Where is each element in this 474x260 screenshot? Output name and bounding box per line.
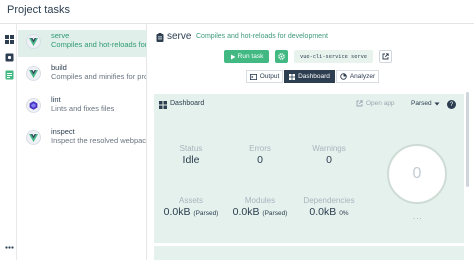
dashboard-bottom-panel <box>154 246 464 260</box>
page-title: Project tasks <box>7 4 70 16</box>
stat-label: Warnings <box>312 144 346 153</box>
vue-icon <box>26 130 41 145</box>
stat-warnings: Warnings 0 <box>294 144 364 166</box>
tab-label: Analyzer <box>349 73 376 80</box>
task-item-serve[interactable]: serve Compiles and hot-reloads for devel… <box>18 30 147 57</box>
tab-label: Dashboard <box>298 73 330 80</box>
dashboard-header: Dashboard Open app Parsed ? <box>154 94 464 116</box>
build-stats: Status Idle Errors 0 Warnings 0 Assets 0… <box>154 126 367 243</box>
task-item-lint[interactable]: lint Lints and fixes files <box>18 94 147 121</box>
task-item-build[interactable]: build Compiles and minifies for producti… <box>18 62 147 89</box>
stat-errors: Errors 0 <box>225 144 295 166</box>
dashboard-panel: Dashboard Open app Parsed ? Status Idle … <box>154 94 464 243</box>
open-app-label: Open app <box>366 100 395 107</box>
stat-value: 0.0kB (Parsed) <box>225 206 295 218</box>
open-app-button[interactable]: Open app <box>356 100 395 107</box>
dashboard-icon <box>159 101 167 109</box>
stat-value: 0 <box>257 154 263 166</box>
stat-label: Modules <box>244 196 276 205</box>
task-subtitle: Compiles and hot-reloads for development <box>196 33 328 40</box>
task-item-inspect[interactable]: inspect Inspect the resolved webpack con… <box>18 126 147 153</box>
icon-sidebar <box>0 24 17 260</box>
stat-note: 0% <box>339 210 349 217</box>
analyzer-icon <box>340 73 347 80</box>
task-title: serve <box>167 31 192 42</box>
stat-label: Status <box>179 144 203 153</box>
eslint-icon <box>26 98 41 113</box>
dashboard-icon <box>289 73 296 80</box>
chevron-down-icon <box>434 102 440 105</box>
size-mode-select[interactable]: Parsed <box>411 100 440 107</box>
help-icon[interactable]: ? <box>447 100 456 109</box>
tab-analyzer[interactable]: Analyzer <box>336 70 379 83</box>
stat-amount: 0.0kB <box>232 206 260 218</box>
progress-more: ... <box>413 212 423 221</box>
stat-label: Dependencies <box>303 196 355 205</box>
stat-amount: 0.0kB <box>309 206 337 218</box>
task-name: lint <box>51 95 61 104</box>
stat-value: 0.0kB 0% <box>294 206 364 218</box>
size-mode-value: Parsed <box>411 100 432 107</box>
stat-amount: 0.0kB <box>163 206 191 218</box>
clipboard-icon <box>156 33 164 42</box>
stat-label: Errors <box>249 144 271 153</box>
vue-icon <box>26 66 41 81</box>
tab-output[interactable]: Output <box>246 70 283 83</box>
stat-note: (Parsed) <box>262 210 288 217</box>
tab-label: Output <box>259 73 280 80</box>
external-link-icon <box>382 53 389 60</box>
play-icon <box>230 54 236 59</box>
progress-gauge: 0 <box>387 144 447 204</box>
task-list: serve Compiles and hot-reloads for devel… <box>18 24 147 260</box>
tab-dashboard[interactable]: Dashboard <box>284 70 335 83</box>
plugin-icon[interactable] <box>4 52 14 62</box>
app-header: Project tasks <box>0 0 474 22</box>
tasks-icon[interactable] <box>4 70 14 80</box>
stat-note: (Parsed) <box>193 210 219 217</box>
task-description: Inspect the resolved webpack config <box>51 136 146 145</box>
stat-label: Assets <box>178 196 203 205</box>
task-name: serve <box>51 31 70 40</box>
terminal-icon <box>249 73 257 80</box>
task-description: Lints and fixes files <box>51 104 115 113</box>
stat-modules: Modules 0.0kB (Parsed) <box>225 196 295 218</box>
task-name: build <box>51 63 67 72</box>
stat-dependencies: Dependencies 0.0kB 0% <box>294 196 364 218</box>
task-settings-button[interactable] <box>275 50 288 63</box>
more-icon[interactable] <box>4 242 14 252</box>
stat-status: Status Idle <box>156 144 226 166</box>
command-display: vue-cli-service serve <box>294 50 373 63</box>
dashboard-title: Dashboard <box>170 100 205 107</box>
progress-panel: 0 ... <box>370 126 464 243</box>
stat-value: 0 <box>326 154 332 166</box>
stat-value: Idle <box>182 154 200 166</box>
dashboard-icon[interactable] <box>4 34 14 44</box>
external-link-icon <box>356 100 363 107</box>
open-external-button[interactable] <box>379 50 392 63</box>
run-task-button[interactable]: Run task <box>224 50 269 63</box>
stat-assets: Assets 0.0kB (Parsed) <box>156 196 226 218</box>
stat-value: 0.0kB (Parsed) <box>156 206 226 218</box>
scrollbar[interactable] <box>466 92 469 187</box>
task-description: Compiles and hot-reloads for development <box>51 40 146 49</box>
vue-icon <box>26 34 41 49</box>
task-description: Compiles and minifies for production <box>51 72 146 81</box>
run-task-label: Run task <box>237 53 264 60</box>
task-name: inspect <box>51 127 75 136</box>
gear-icon <box>278 53 285 60</box>
